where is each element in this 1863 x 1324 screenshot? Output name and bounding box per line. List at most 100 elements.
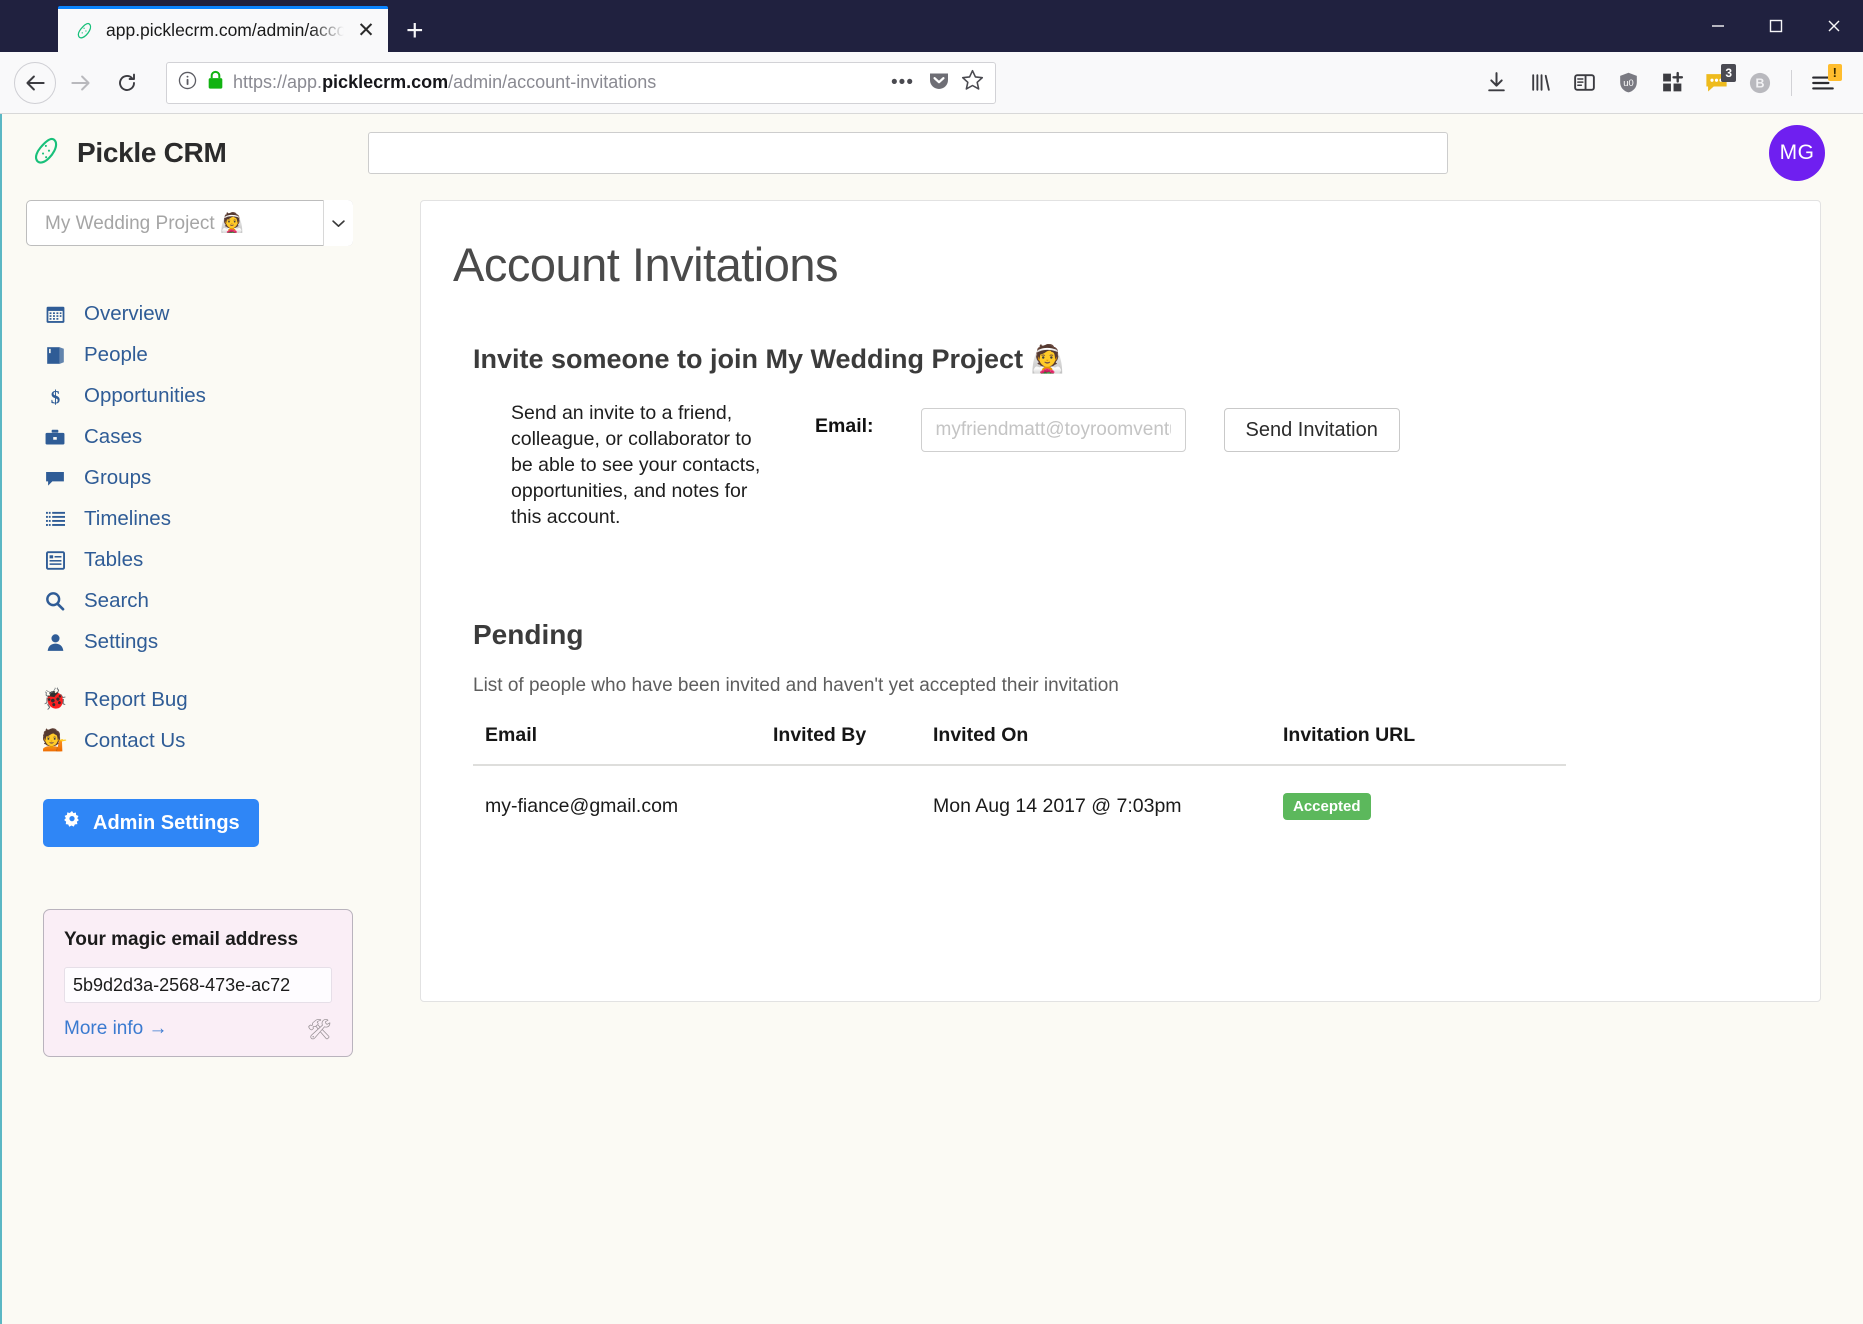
- magic-email-more-link[interactable]: More info →: [64, 1018, 332, 1040]
- brand[interactable]: Pickle CRM: [30, 134, 330, 173]
- avatar[interactable]: MG: [1769, 125, 1825, 181]
- brand-name: Pickle CRM: [77, 137, 227, 168]
- sidebar-item-opportunities[interactable]: $ Opportunities: [26, 376, 420, 416]
- magic-email-title: Your magic email address: [64, 929, 299, 950]
- hamburger-menu-icon[interactable]: !: [1803, 62, 1843, 104]
- pocket-icon[interactable]: [927, 68, 951, 97]
- window-controls: [1689, 0, 1863, 52]
- main-content: Account Invitations Invite someone to jo…: [420, 192, 1863, 1057]
- url-text: https://app.picklecrm.com/admin/account-…: [233, 72, 657, 92]
- sidebar-item-label: Groups: [84, 466, 152, 489]
- page-body: My Wedding Project 👰 Overview People $ O…: [2, 192, 1863, 1057]
- sidebar-item-label: Contact Us: [84, 729, 186, 752]
- svg-text:B: B: [1756, 76, 1765, 90]
- sidebar-item-label: Settings: [84, 630, 159, 653]
- chevron-down-icon[interactable]: [323, 200, 353, 246]
- sidebar-item-label: Opportunities: [84, 384, 206, 407]
- maximize-icon[interactable]: [1747, 0, 1805, 52]
- notification-badge: 3: [1721, 63, 1736, 82]
- sidebar-item-search[interactable]: Search: [26, 581, 420, 621]
- sidebar-item-tables[interactable]: Tables: [26, 540, 420, 580]
- send-invitation-button[interactable]: Send Invitation: [1223, 408, 1400, 452]
- bitwarden-icon[interactable]: B: [1740, 62, 1780, 104]
- cell-email: my-fiance@gmail.com: [485, 794, 679, 817]
- status-badge: Accepted: [1283, 792, 1371, 820]
- column-header-invited-on: Invited On: [933, 723, 1283, 766]
- back-arrow-icon[interactable]: [14, 61, 56, 104]
- sidebar-nav: Overview People $ Opportunities Cases Gr…: [26, 294, 420, 761]
- admin-settings-label: Admin Settings: [93, 811, 240, 834]
- sidebar-item-timelines[interactable]: Timelines: [26, 499, 420, 539]
- magic-email-input[interactable]: [64, 967, 332, 1003]
- reload-icon[interactable]: [106, 62, 148, 104]
- sidebar: My Wedding Project 👰 Overview People $ O…: [2, 192, 420, 1057]
- search-icon: [43, 591, 67, 611]
- sidebar-item-overview[interactable]: Overview: [26, 294, 420, 334]
- table-header-row: Email Invited By Invited On Invitation U…: [473, 723, 1566, 766]
- sidebar-item-contact-us[interactable]: 💁 Contact Us: [26, 721, 420, 761]
- column-header-invitation-url: Invitation URL: [1283, 723, 1566, 766]
- table-row: my-fiance@gmail.com Mon Aug 14 2017 @ 7:…: [473, 765, 1566, 820]
- browser-titlebar: app.picklecrm.com/admin/acco ✕ +: [0, 0, 1863, 52]
- sidebar-item-cases[interactable]: Cases: [26, 417, 420, 457]
- tools-icon: 🛠: [306, 1019, 332, 1041]
- svg-text:$: $: [50, 387, 59, 407]
- sidebar-item-settings[interactable]: Settings: [26, 622, 420, 662]
- info-icon[interactable]: [177, 70, 198, 96]
- ladybug-icon: 🐞: [41, 688, 69, 711]
- browser-tab[interactable]: app.picklecrm.com/admin/acco ✕: [58, 6, 388, 52]
- window-close-icon[interactable]: [1805, 0, 1863, 52]
- sidebar-icon[interactable]: [1564, 62, 1604, 104]
- sidebar-item-groups[interactable]: Groups: [26, 458, 420, 498]
- sidebar-item-label: Overview: [84, 302, 170, 325]
- sidebar-item-people[interactable]: People: [26, 335, 420, 375]
- toolbar-divider: [1791, 69, 1792, 96]
- email-field[interactable]: [920, 408, 1186, 452]
- book-icon: [43, 346, 67, 365]
- browser-window: app.picklecrm.com/admin/acco ✕ + https:/…: [0, 0, 1863, 1324]
- sidebar-item-label: Search: [84, 589, 149, 612]
- page-viewport: Pickle CRM MG My Wedding Project 👰 Overv…: [0, 114, 1863, 1324]
- admin-settings-button[interactable]: Admin Settings: [43, 799, 259, 847]
- pending-subtitle: List of people who have been invited and…: [473, 674, 1119, 696]
- sidebar-item-label: Report Bug: [84, 688, 188, 711]
- forward-arrow-icon: [60, 62, 102, 104]
- page-actions-icon[interactable]: •••: [887, 72, 918, 94]
- star-icon[interactable]: [960, 68, 985, 98]
- gear-icon: [62, 810, 82, 836]
- url-bar[interactable]: https://app.picklecrm.com/admin/account-…: [166, 61, 996, 104]
- invite-heading: Invite someone to join My Wedding Projec…: [473, 344, 1065, 374]
- ublock-origin-icon[interactable]: u0: [1608, 62, 1648, 104]
- invitations-table: Email Invited By Invited On Invitation U…: [473, 723, 1566, 820]
- search-input[interactable]: [368, 132, 1448, 174]
- lock-icon: [207, 70, 224, 95]
- page-title: Account Invitations: [453, 238, 839, 291]
- project-selector-value: My Wedding Project 👰: [26, 200, 353, 246]
- sidebar-item-report-bug[interactable]: 🐞 Report Bug: [26, 680, 420, 720]
- svg-text:u0: u0: [1623, 78, 1633, 88]
- extension-add-icon[interactable]: [1652, 62, 1692, 104]
- sidebar-item-label: People: [84, 343, 148, 366]
- table-icon: [43, 550, 67, 570]
- minimize-icon[interactable]: [1689, 0, 1747, 52]
- pending-title: Pending: [473, 618, 584, 650]
- dollar-icon: $: [43, 386, 67, 407]
- briefcase-icon: [43, 428, 67, 447]
- browser-tab-title: app.picklecrm.com/admin/acco: [106, 20, 344, 40]
- column-header-invited-by: Invited By: [773, 723, 933, 766]
- email-label: Email:: [815, 415, 874, 437]
- comment-icon: [43, 469, 67, 488]
- nav-separator: [26, 663, 420, 680]
- close-icon[interactable]: ✕: [354, 18, 378, 43]
- downloads-icon[interactable]: [1476, 62, 1516, 104]
- cell-invited-on: Mon Aug 14 2017 @ 7:03pm: [933, 794, 1182, 817]
- sidebar-item-label: Tables: [84, 548, 144, 571]
- invite-form: Send an invite to a friend, colleague, o…: [451, 401, 1776, 531]
- cell-invitation-url: Accepted: [1283, 765, 1566, 820]
- messages-extension-icon[interactable]: 3: [1696, 62, 1736, 104]
- library-icon[interactable]: [1520, 62, 1560, 104]
- new-tab-button[interactable]: +: [406, 14, 424, 52]
- magic-email-box: Your magic email address More info → 🛠: [43, 909, 353, 1057]
- app-header: Pickle CRM MG: [2, 114, 1863, 192]
- project-selector[interactable]: My Wedding Project 👰: [26, 200, 353, 246]
